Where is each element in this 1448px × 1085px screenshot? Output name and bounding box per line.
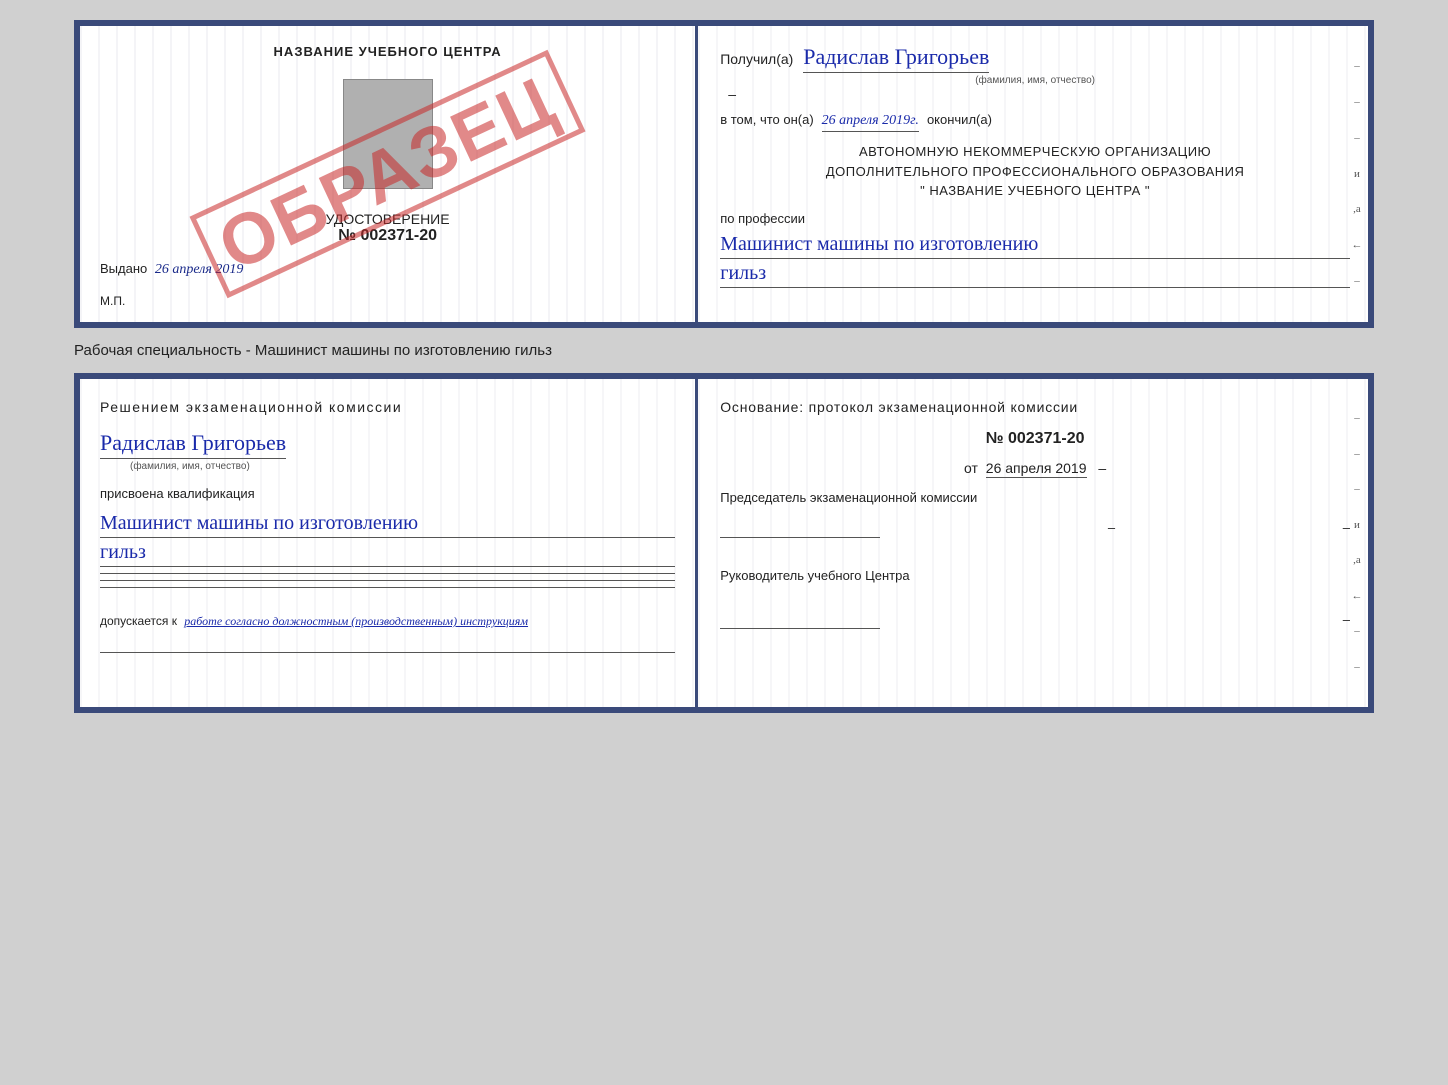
bottom-name-block: Радислав Григорьев (фамилия, имя, отчест… — [100, 430, 675, 472]
bdash-2: – — [1354, 449, 1360, 460]
specialty-label: Рабочая специальность - Машинист машины … — [74, 338, 552, 363]
top-document: НАЗВАНИЕ УЧЕБНОГО ЦЕНТРА УДОСТОВЕРЕНИЕ №… — [74, 20, 1374, 328]
dash-1: – — [1354, 61, 1360, 72]
protocol-date-row: от 26 апреля 2019 – — [720, 460, 1350, 476]
dash-right-1: – — [1108, 518, 1115, 538]
profession-block: по профессии Машинист машины по изготовл… — [720, 211, 1350, 288]
completed-prefix: в том, что он(а) — [720, 112, 813, 127]
protocol-date: 26 апреля 2019 — [986, 460, 1087, 478]
dash-7: – — [1354, 276, 1360, 287]
dash-3: – — [1354, 133, 1360, 144]
dash-5: ,а — [1353, 204, 1361, 215]
org-block: АВТОНОМНУЮ НЕКОММЕРЧЕСКУЮ ОРГАНИЗАЦИЮ ДО… — [720, 142, 1350, 201]
top-left-title: НАЗВАНИЕ УЧЕБНОГО ЦЕНТРА — [100, 44, 675, 59]
top-doc-left: НАЗВАНИЕ УЧЕБНОГО ЦЕНТРА УДОСТОВЕРЕНИЕ №… — [80, 26, 698, 322]
received-row: Получил(а) Радислав Григорьев (фамилия, … — [720, 44, 1350, 102]
protocol-number: № 002371-20 — [720, 430, 1350, 448]
cert-label: УДОСТОВЕРЕНИЕ — [100, 211, 675, 227]
org-line3: " НАЗВАНИЕ УЧЕБНОГО ЦЕНТРА " — [720, 181, 1350, 201]
qual-line1: Машинист машины по изготовлению — [100, 509, 675, 538]
issued-date: 26 апреля 2019 — [155, 262, 243, 277]
profession-line1: Машинист машины по изготовлению — [720, 230, 1350, 259]
allowed-text: работе согласно должностным (производств… — [184, 614, 528, 628]
bdash-6: ← — [1352, 591, 1363, 602]
bdash-7: – — [1354, 626, 1360, 637]
completed-date: 26 апреля 2019г. — [822, 113, 919, 132]
bottom-name-subtitle: (фамилия, имя, отчество) — [130, 461, 675, 472]
qual-line2: гильз — [100, 538, 675, 567]
profession-label: по профессии — [720, 211, 1350, 226]
date-dash: – — [1098, 460, 1106, 476]
bottom-doc-left: Решением экзаменационной комиссии Радисл… — [80, 379, 698, 707]
bdash-3: – — [1354, 484, 1360, 495]
org-line2: ДОПОЛНИТЕЛЬНОГО ПРОФЕССИОНАЛЬНОГО ОБРАЗО… — [720, 162, 1350, 182]
head-signature — [720, 605, 880, 629]
bottom-doc-right: Основание: протокол экзаменационной коми… — [698, 379, 1368, 707]
bdash-5: ,а — [1353, 555, 1361, 566]
issued-label: Выдано — [100, 261, 147, 276]
head-title: Руководитель учебного Центра — [720, 566, 1350, 586]
bdash-1: – — [1354, 413, 1360, 424]
profession-line2: гильз — [720, 259, 1350, 288]
name-subtitle-top: (фамилия, имя, отчество) — [720, 75, 1350, 86]
dash-2: – — [1354, 97, 1360, 108]
bottom-right-edge: – – – и ,а ← – – — [1346, 379, 1368, 707]
bottom-person-name: Радислав Григорьев — [100, 430, 286, 459]
chairman-signature — [720, 514, 880, 538]
bdash-8: – — [1354, 662, 1360, 673]
photo-placeholder — [343, 79, 433, 189]
bottom-document: Решением экзаменационной комиссии Радисл… — [74, 373, 1374, 713]
right-edge-dashes: – – – и ,а ← – — [1346, 26, 1368, 322]
bdash-4: и — [1354, 520, 1360, 531]
recipient-name: Радислав Григорьев — [803, 44, 989, 73]
qualification-block: Машинист машины по изготовлению гильз — [100, 509, 675, 594]
document-container: НАЗВАНИЕ УЧЕБНОГО ЦЕНТРА УДОСТОВЕРЕНИЕ №… — [74, 20, 1374, 713]
date-completed-row: в том, что он(а) 26 апреля 2019г. окончи… — [720, 112, 1350, 132]
head-block: Руководитель учебного Центра – — [720, 566, 1350, 630]
assigned-label: присвоена квалификация — [100, 486, 675, 501]
allowed-block: допускается к работе согласно должностны… — [100, 614, 675, 653]
cert-block: УДОСТОВЕРЕНИЕ № 002371-20 — [100, 211, 675, 245]
basis-text: Основание: протокол экзаменационной коми… — [720, 397, 1350, 418]
received-label: Получил(а) — [720, 51, 793, 67]
dash-separator: – — [728, 86, 736, 102]
top-doc-right: Получил(а) Радислав Григорьев (фамилия, … — [698, 26, 1368, 322]
chairman-title: Председатель экзаменационной комиссии — [720, 488, 1350, 508]
completed-suffix: окончил(а) — [927, 112, 992, 127]
cert-number: № 002371-20 — [100, 227, 675, 245]
mp-label: М.П. — [100, 294, 675, 308]
decision-title: Решением экзаменационной комиссии — [100, 397, 675, 418]
allowed-prefix: допускается к — [100, 614, 177, 628]
issued-row: Выдано 26 апреля 2019 — [100, 253, 675, 278]
org-line1: АВТОНОМНУЮ НЕКОММЕРЧЕСКУЮ ОРГАНИЗАЦИЮ — [720, 142, 1350, 162]
dash-6: ← — [1352, 240, 1363, 251]
dash-4: и — [1354, 169, 1360, 180]
protocol-date-prefix: от — [964, 460, 978, 476]
chairman-block: Председатель экзаменационной комиссии – … — [720, 488, 1350, 538]
